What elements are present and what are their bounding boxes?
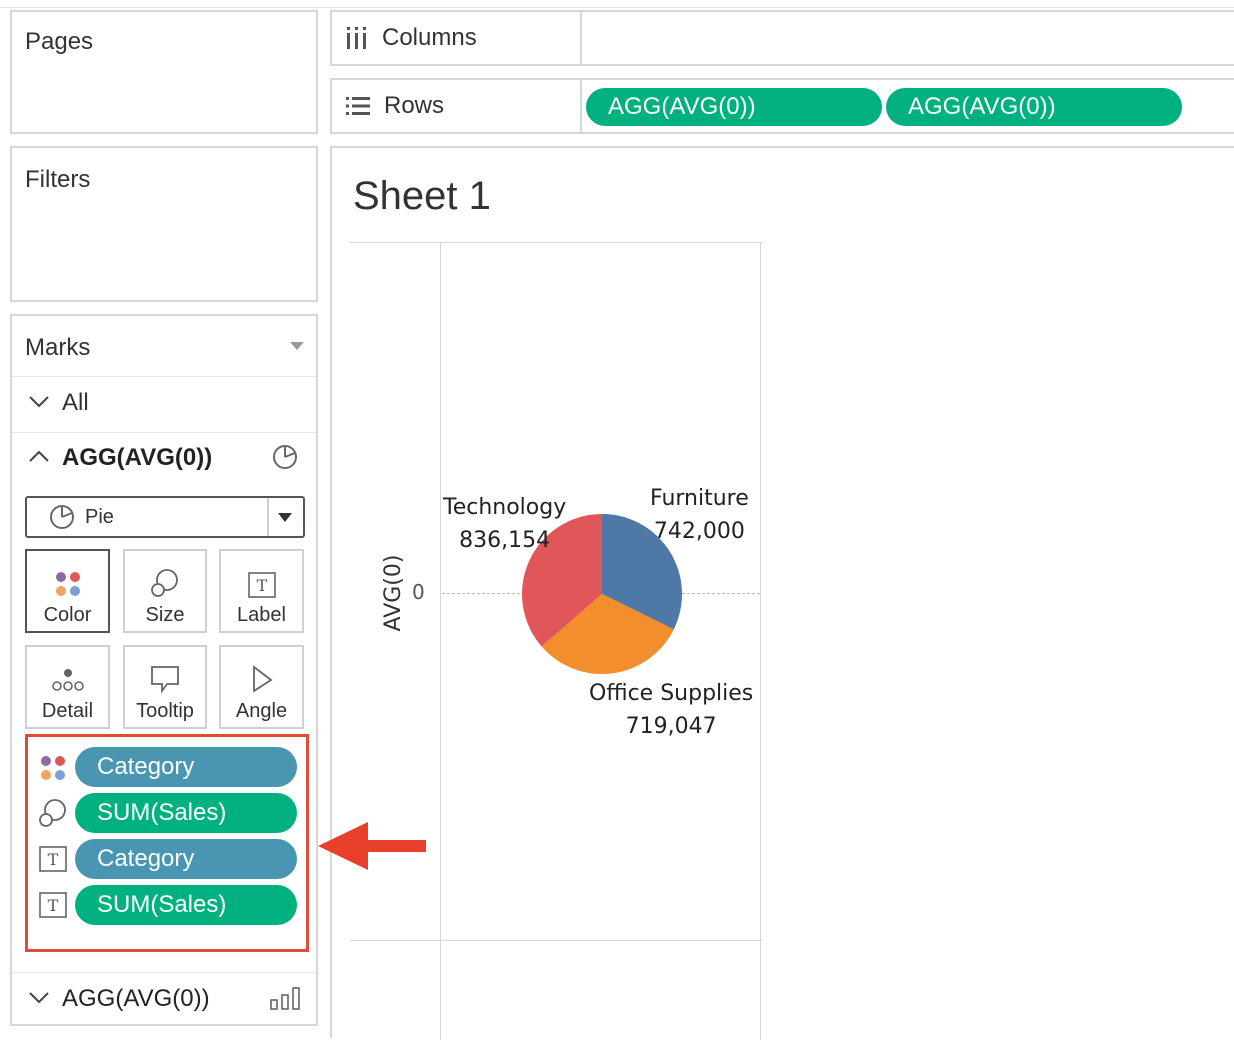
columns-shelf[interactable]: Columns — [330, 10, 1234, 66]
color-icon — [41, 756, 65, 780]
filters-panel[interactable]: Filters — [10, 146, 318, 302]
filters-title: Filters — [25, 166, 91, 193]
rows-label-cell: Rows — [332, 80, 582, 132]
label-icon: T — [39, 892, 67, 918]
color-card[interactable]: Color — [25, 549, 110, 633]
detail-card[interactable]: Detail — [25, 645, 110, 729]
chevron-up-icon — [29, 450, 49, 462]
chevron-down-icon — [278, 513, 292, 522]
marks-dropdown-icon[interactable] — [290, 342, 304, 350]
rows-pill-1[interactable]: AGG(AVG(0)) — [586, 88, 882, 126]
rows-label: Rows — [384, 92, 445, 119]
size-card-label: Size — [145, 604, 185, 626]
pie-label-furniture: Furniture 742,000 — [650, 482, 749, 548]
label-card[interactable]: T Label — [219, 549, 304, 633]
color-icon — [55, 572, 80, 596]
pie-label-technology: Technology 836,154 — [443, 491, 566, 557]
color-card-label: Color — [43, 604, 92, 626]
pie-label-office-supplies-value: 719,047 — [625, 714, 717, 739]
tooltip-card[interactable]: Tooltip — [123, 645, 207, 729]
svg-text:T: T — [48, 850, 59, 869]
label-card-label: Label — [237, 604, 286, 626]
size-icon — [151, 569, 178, 597]
columns-label: Columns — [382, 24, 477, 51]
pie-icon — [50, 505, 74, 529]
angle-icon — [252, 665, 273, 693]
chevron-down-icon — [29, 992, 49, 1004]
pie-label-furniture-value: 742,000 — [653, 519, 745, 544]
detail-card-label: Detail — [41, 700, 94, 722]
columns-label-cell: Columns — [332, 12, 582, 64]
mark-type-value: Pie — [85, 506, 114, 528]
field-pill-size-sales[interactable]: SUM(Sales) — [75, 793, 297, 833]
angle-card-label: Angle — [235, 700, 288, 722]
detail-icon — [51, 669, 84, 691]
pie-label-office-supplies: Office Supplies 719,047 — [589, 677, 753, 743]
marks-panel: Marks All AGG(AVG(0)) Pie Color Size T L… — [10, 314, 318, 1026]
pie-icon — [273, 445, 297, 469]
mark-type-select[interactable]: Pie — [25, 496, 305, 538]
columns-icon — [347, 27, 366, 49]
field-pill-label-category[interactable]: Category — [75, 839, 297, 879]
layer2-label: AGG(AVG(0)) — [62, 985, 210, 1012]
rows-icon — [346, 97, 370, 115]
pages-panel[interactable]: Pages — [10, 10, 318, 134]
label-icon: T — [247, 572, 276, 598]
arrow-left-icon — [318, 822, 426, 870]
rows-pill-2[interactable]: AGG(AVG(0)) — [886, 88, 1182, 126]
pie-label-technology-name: Technology — [443, 495, 567, 520]
marks-all-row[interactable]: All — [12, 376, 316, 432]
top-strip — [0, 0, 1234, 8]
svg-text:T: T — [48, 896, 59, 915]
size-icon — [39, 799, 66, 827]
all-label: All — [62, 389, 89, 416]
pie-label-furniture-name: Furniture — [650, 486, 749, 511]
sheet-title: Sheet 1 — [353, 174, 491, 218]
label-icon: T — [39, 846, 67, 872]
marks-layer2-row[interactable]: AGG(AVG(0)) — [12, 972, 316, 1024]
size-card[interactable]: Size — [123, 549, 207, 633]
layer1-label: AGG(AVG(0)) — [62, 444, 213, 471]
axis-label: AVG(0) — [381, 554, 406, 632]
chevron-down-icon — [29, 396, 49, 408]
view-area: Sheet 1 AVG(0) 0 Furniture 742,000 Offic… — [330, 146, 1234, 1040]
pie-label-office-supplies-name: Office Supplies — [589, 681, 754, 706]
angle-card[interactable]: Angle — [219, 645, 304, 729]
field-pill-label-sales[interactable]: SUM(Sales) — [75, 885, 297, 925]
tooltip-card-label: Tooltip — [136, 700, 194, 722]
axis-tick-zero: 0 — [412, 580, 425, 604]
bar-chart-icon — [270, 987, 300, 1010]
pie-label-technology-value: 836,154 — [459, 528, 551, 553]
svg-text:T: T — [256, 576, 267, 595]
rows-shelf[interactable]: Rows AGG(AVG(0)) AGG(AVG(0)) — [330, 78, 1234, 134]
pages-title: Pages — [25, 28, 94, 55]
marks-title: Marks — [25, 334, 91, 361]
field-pill-color-category[interactable]: Category — [75, 747, 297, 787]
marks-layer1-row[interactable]: AGG(AVG(0)) — [12, 432, 316, 488]
tooltip-icon — [151, 666, 179, 694]
